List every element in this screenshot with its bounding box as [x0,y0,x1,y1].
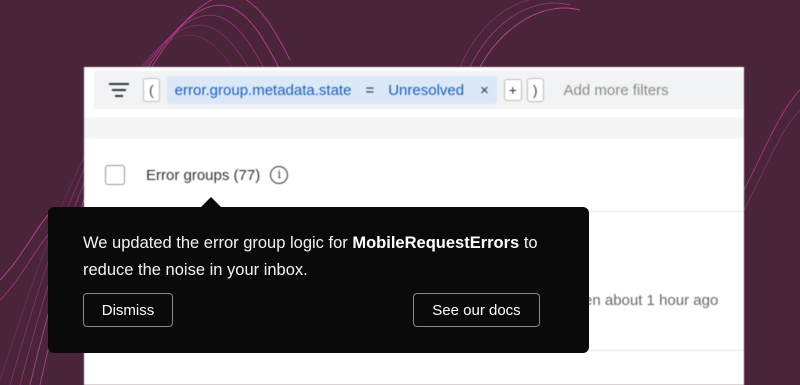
filter-field: error.group.metadata.state [174,81,352,99]
filter-operator: = [365,81,375,99]
message-group-name: MobileRequestErrors [352,234,520,252]
error-groups-header: Error groups (77) i [84,162,744,188]
close-paren-button[interactable]: ) [526,78,544,102]
select-all-checkbox[interactable] [105,165,125,185]
filter-lines-icon[interactable] [109,83,129,97]
filter-bar: ( error.group.metadata.state = Unresolve… [94,71,744,109]
filter-value: Unresolved [388,81,465,99]
error-groups-title: Error groups (77) [146,166,261,184]
add-more-filters-input[interactable]: Add more filters [564,82,669,99]
info-circle-icon[interactable]: i [270,166,289,184]
tooltip-arrow [200,197,222,208]
dismiss-button[interactable]: Dismiss [83,293,173,327]
announcement-tooltip: We updated the error group logic for Mob… [48,197,589,353]
row-timestamp: en about 1 hour ago [584,292,719,309]
add-filter-button[interactable]: + [503,79,522,101]
close-icon[interactable]: × [480,82,489,99]
section-divider [84,117,744,139]
message-text: We updated the error group logic for [83,234,353,252]
see-docs-button[interactable]: See our docs [413,293,540,327]
open-paren-button[interactable]: ( [143,78,160,102]
filter-chip[interactable]: error.group.metadata.state = Unresolved … [166,76,497,104]
tooltip-message: We updated the error group logic for Mob… [83,230,563,284]
